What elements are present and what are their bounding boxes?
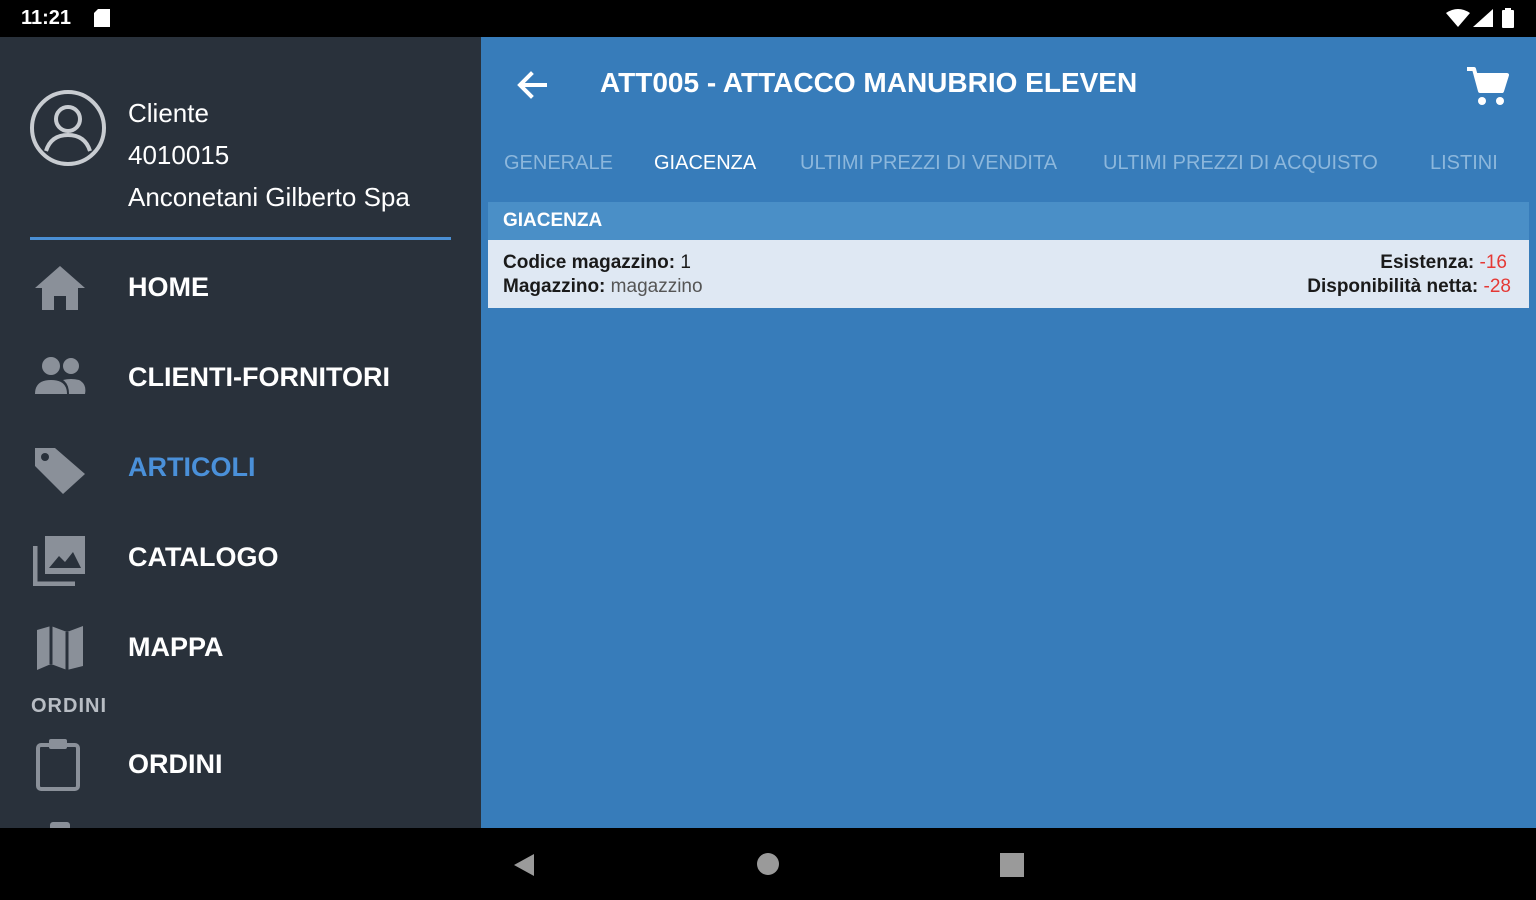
disponibilita-row: Disponibilità netta: -28 [1307, 276, 1511, 298]
drawer-item-label: CLIENTI-FORNITORI [128, 362, 390, 392]
map-icon [37, 626, 83, 670]
gallery-icon [33, 536, 85, 586]
codice-magazzino-label: Codice magazzino: [503, 252, 676, 273]
tab-ultimi-prezzi-vendita[interactable]: ULTIMI PREZZI DI VENDITA [800, 152, 1057, 175]
back-arrow-icon[interactable] [517, 71, 547, 99]
clipboard-icon [36, 739, 80, 791]
account-circle-icon [30, 90, 106, 166]
tab-bar: GENERALE GIACENZA ULTIMI PREZZI DI VENDI… [481, 142, 1536, 187]
drawer-item-ordini[interactable]: ORDINI [0, 719, 481, 809]
tag-icon [35, 448, 85, 494]
magazzino-row: Magazzino: magazzino [503, 276, 703, 298]
stock-card[interactable]: Codice magazzino: 1 Magazzino: magazzino… [488, 240, 1529, 308]
cart-icon[interactable] [1465, 65, 1509, 107]
status-bar: 11:21 [0, 0, 1536, 37]
giacenza-section-header: GIACENZA [488, 202, 1529, 240]
battery-icon [1502, 8, 1514, 28]
wifi-icon [1446, 9, 1470, 27]
drawer-item-clienti-fornitori[interactable]: CLIENTI-FORNITORI [0, 332, 481, 422]
drawer-item-catalogo[interactable]: CATALOGO [0, 512, 481, 602]
drawer-item-articoli[interactable]: ARTICOLI [0, 422, 481, 512]
drawer-section-header-ordini: ORDINI [31, 695, 107, 717]
account-name: Anconetani Gilberto Spa [128, 182, 410, 212]
codice-magazzino-row: Codice magazzino: 1 [503, 252, 691, 274]
account-code: 4010015 [128, 140, 230, 170]
drawer-item-mappa[interactable]: MAPPA [0, 602, 481, 692]
status-time: 11:21 [21, 7, 72, 29]
people-icon [35, 357, 86, 394]
system-home-icon[interactable] [756, 852, 780, 876]
drawer-item-label: ORDINI [128, 749, 223, 779]
navigation-drawer: Cliente 4010015 Anconetani Gilberto Spa … [0, 37, 481, 828]
tab-ultimi-prezzi-acquisto[interactable]: ULTIMI PREZZI DI ACQUISTO [1103, 152, 1378, 175]
signal-icon [1473, 9, 1493, 27]
disponibilita-label: Disponibilità netta: [1307, 276, 1479, 297]
esistenza-label: Esistenza: [1380, 252, 1475, 273]
drawer-item-label: CATALOGO [128, 542, 279, 572]
codice-magazzino-value: 1 [680, 252, 691, 273]
home-icon [35, 266, 85, 310]
magazzino-value: magazzino [610, 276, 703, 297]
sd-card-icon [94, 9, 110, 27]
esistenza-value: -16 [1479, 252, 1507, 273]
main-content: ATT005 - ATTACCO MANUBRIO ELEVEN GENERAL… [481, 37, 1536, 828]
tab-giacenza[interactable]: GIACENZA [654, 152, 756, 175]
system-back-icon[interactable] [512, 852, 536, 878]
tab-listini[interactable]: LISTINI [1430, 152, 1498, 175]
tab-generale[interactable]: GENERALE [504, 152, 613, 175]
drawer-divider [30, 237, 451, 240]
system-navigation-bar [0, 828, 1536, 900]
esistenza-row: Esistenza: -16 [1380, 252, 1507, 274]
drawer-item-label: ARTICOLI [128, 452, 256, 482]
system-recents-icon[interactable] [1000, 853, 1024, 877]
page-title: ATT005 - ATTACCO MANUBRIO ELEVEN [600, 67, 1138, 98]
account-info: Cliente 4010015 Anconetani Gilberto Spa [128, 92, 410, 218]
disponibilita-value: -28 [1483, 276, 1511, 297]
account-type: Cliente [128, 98, 209, 128]
drawer-item-home[interactable]: HOME [0, 242, 481, 332]
magazzino-label: Magazzino: [503, 276, 606, 297]
drawer-item-label: MAPPA [128, 632, 224, 662]
drawer-item-label: HOME [128, 272, 209, 302]
